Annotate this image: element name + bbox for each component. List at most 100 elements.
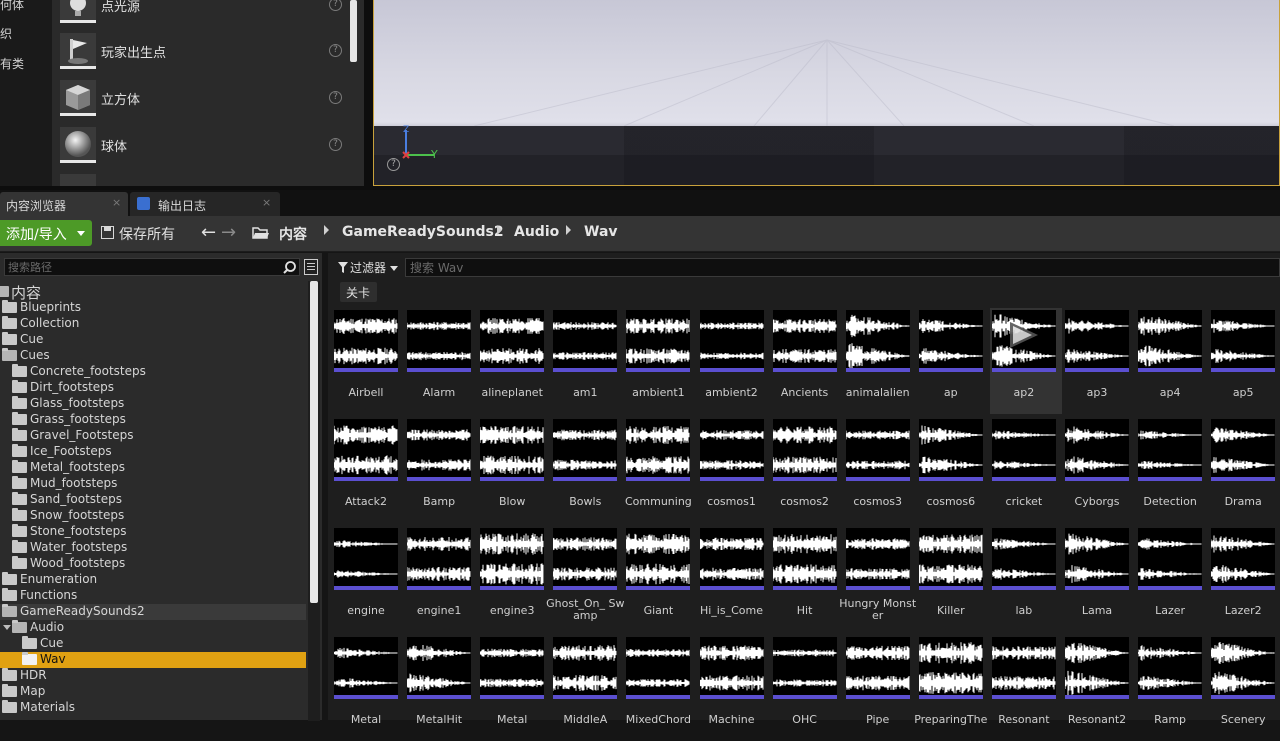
breadcrumb-separator-icon[interactable] — [566, 225, 571, 235]
asset-tile[interactable]: ap2 — [989, 308, 1062, 414]
place-category[interactable]: 有类 — [0, 55, 24, 72]
asset-tile[interactable]: Resonant — [990, 635, 1062, 741]
place-category[interactable]: 织 — [0, 25, 12, 42]
asset-tile[interactable]: PreparingThe — [914, 635, 989, 741]
asset-tile[interactable]: Alarm — [405, 308, 477, 414]
search-icon[interactable] — [283, 261, 296, 274]
asset-tile[interactable]: Lama — [1063, 526, 1135, 632]
asset-tile[interactable]: Lazer2 — [1209, 526, 1280, 632]
place-item-cube[interactable]: 立方体 ? — [52, 75, 352, 121]
tree-item[interactable]: Materials — [0, 700, 306, 716]
asset-tile[interactable]: Ramp — [1136, 635, 1208, 741]
tab-output-log[interactable]: 输出日志 × — [130, 192, 280, 216]
asset-tile[interactable]: MiddleA — [551, 635, 623, 741]
place-item-partial[interactable] — [52, 169, 352, 186]
asset-tile[interactable]: Blow — [478, 417, 550, 523]
asset-tile[interactable]: Hungry Monster — [839, 526, 916, 632]
tree-item[interactable]: Grass_footsteps — [0, 412, 306, 428]
asset-tile[interactable]: ambient1 — [624, 308, 696, 414]
tree-item[interactable]: Cues — [0, 348, 306, 364]
asset-tile[interactable]: Lazer — [1136, 526, 1208, 632]
save-all-button[interactable]: 保存所有 — [100, 220, 192, 246]
viewport-help-icon[interactable]: ? — [387, 158, 400, 171]
back-arrow-icon[interactable]: ← — [201, 224, 216, 242]
tree-item[interactable]: Water_footsteps — [0, 540, 306, 556]
level-filter-chip[interactable]: 关卡 — [340, 282, 377, 302]
asset-tile[interactable]: Pipe — [844, 635, 916, 741]
tree-item[interactable]: Wood_footsteps — [0, 556, 306, 572]
tree-item[interactable]: Enumeration — [0, 572, 306, 588]
asset-tile[interactable]: Cyborgs — [1063, 417, 1135, 523]
tree-item[interactable]: Glass_footsteps — [0, 396, 306, 412]
asset-tile[interactable]: OHC — [771, 635, 843, 741]
asset-tile[interactable]: ap — [917, 308, 989, 414]
asset-tile[interactable]: Attack2 — [332, 417, 404, 523]
breadcrumb-wav[interactable]: Wav — [584, 224, 618, 240]
close-icon[interactable]: × — [112, 196, 121, 209]
asset-tile[interactable]: lab — [990, 526, 1062, 632]
tree-item[interactable]: GameReadySounds2 — [0, 604, 306, 620]
tree-item[interactable]: Stone_footsteps — [0, 524, 306, 540]
asset-tile[interactable]: Hi_is_Come — [698, 526, 770, 632]
tree-item[interactable]: HDR — [0, 668, 306, 684]
asset-tile[interactable]: cosmos1 — [698, 417, 770, 523]
tree-item[interactable]: Cue — [0, 636, 306, 652]
view-options-icon[interactable] — [304, 259, 318, 275]
asset-tile[interactable]: Killer — [917, 526, 989, 632]
place-item-sphere[interactable]: 球体 ? — [52, 122, 352, 168]
asset-tile[interactable]: cricket — [990, 417, 1062, 523]
tree-item[interactable]: Cue — [0, 332, 306, 348]
tree-item[interactable]: Blueprints — [0, 300, 306, 316]
asset-tile[interactable]: MixedChord — [624, 635, 696, 741]
tab-content-browser[interactable]: 内容浏览器 × — [0, 192, 128, 216]
asset-tile[interactable]: cosmos6 — [917, 417, 989, 523]
asset-tile[interactable]: Bamp — [405, 417, 477, 523]
tree-item[interactable]: Map — [0, 684, 306, 700]
breadcrumb-separator-icon[interactable] — [497, 225, 502, 235]
tree-item[interactable]: Mud_footsteps — [0, 476, 306, 492]
asset-tile[interactable]: Ghost_On_ Swamp — [546, 526, 624, 632]
help-icon[interactable]: ? — [329, 0, 342, 11]
tree-item[interactable]: Wav — [0, 652, 306, 668]
level-viewport[interactable]: Z Y ? — [373, 0, 1280, 186]
tree-item[interactable]: Snow_footsteps — [0, 508, 306, 524]
asset-tile[interactable]: animalalien — [844, 308, 916, 414]
asset-tile[interactable]: ap4 — [1136, 308, 1208, 414]
place-item-point-light[interactable]: 点光源 ? — [52, 0, 352, 28]
asset-tile[interactable]: cosmos2 — [771, 417, 843, 523]
help-icon[interactable]: ? — [329, 44, 342, 57]
tree-item[interactable]: Audio — [0, 620, 306, 636]
asset-tile[interactable]: Giant — [624, 526, 696, 632]
help-icon[interactable]: ? — [329, 138, 342, 151]
asset-tile[interactable]: Communing — [624, 417, 696, 523]
place-list-scrollbar[interactable] — [350, 0, 357, 62]
tree-item[interactable]: Ice_Footsteps — [0, 444, 306, 460]
asset-search-input[interactable] — [406, 259, 1266, 276]
asset-search-box[interactable] — [405, 258, 1280, 277]
tree-item[interactable]: Concrete_footsteps — [0, 364, 306, 380]
help-icon[interactable]: ? — [329, 91, 342, 104]
filter-button[interactable]: 过滤器 — [334, 258, 398, 278]
asset-tile[interactable]: cosmos3 — [844, 417, 916, 523]
breadcrumb-separator-icon[interactable] — [324, 225, 329, 235]
tree-scrollbar[interactable] — [310, 281, 318, 603]
asset-tile[interactable]: ambient2 — [698, 308, 770, 414]
asset-tile[interactable]: Metal — [478, 635, 550, 741]
asset-tile[interactable]: Scenery — [1209, 635, 1280, 741]
asset-tile[interactable]: Bowls — [551, 417, 623, 523]
tree-item[interactable]: Gravel_Footsteps — [0, 428, 306, 444]
close-icon[interactable]: × — [262, 196, 271, 209]
asset-tile[interactable]: Ancients — [771, 308, 843, 414]
place-item-player-start[interactable]: 玩家出生点 ? — [52, 28, 352, 74]
asset-tile[interactable]: Machine — [698, 635, 770, 741]
breadcrumb-audio[interactable]: Audio — [514, 224, 559, 240]
asset-tile[interactable]: ap5 — [1209, 308, 1280, 414]
asset-tile[interactable]: Detection — [1136, 417, 1208, 523]
asset-tile[interactable]: engine — [332, 526, 404, 632]
path-search-box[interactable] — [4, 258, 300, 276]
asset-tile[interactable]: engine1 — [405, 526, 477, 632]
forward-arrow-icon[interactable]: → — [221, 224, 236, 242]
asset-tile[interactable]: alineplanet — [478, 308, 550, 414]
add-import-button[interactable]: 添加/导入 — [0, 220, 92, 246]
asset-tile[interactable]: am1 — [551, 308, 623, 414]
